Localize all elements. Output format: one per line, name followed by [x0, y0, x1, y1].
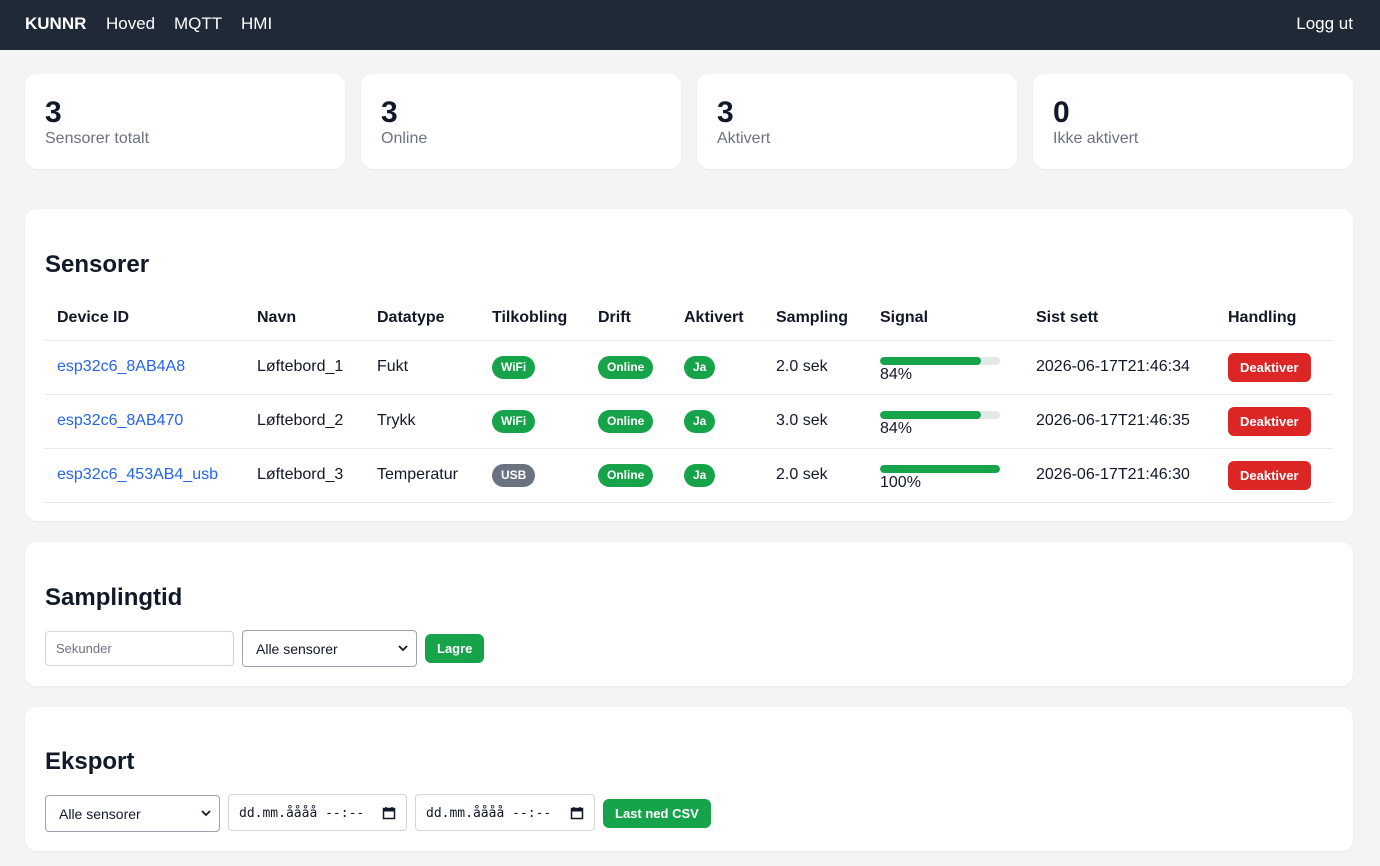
to-date-input[interactable]: dd.mm.åååå --:-- [415, 794, 595, 831]
last-seen: 2026-06-17T21:46:30 [1024, 448, 1216, 503]
signal-bar-fill [880, 464, 1000, 473]
last-seen: 2026-06-17T21:46:35 [1024, 394, 1216, 449]
column-header: Sist sett [1024, 296, 1216, 341]
date-placeholder: dd.mm.åååå --:-- [426, 806, 552, 821]
table-row: esp32c6_8AB470 Løftebord_2 Trykk WiFi On… [45, 394, 1333, 449]
export-panel: Eksport Alle sensorer dd.mm.åååå --:-- d… [25, 707, 1353, 851]
device-id-link[interactable]: esp32c6_453AB4_usb [57, 466, 218, 483]
sensor-datatype: Temperatur [365, 448, 480, 503]
select-value: Alle sensorer [59, 806, 141, 822]
from-date-input[interactable]: dd.mm.åååå --:-- [228, 794, 407, 831]
top-navbar: KUNNR Hoved MQTT HMI Logg ut [0, 0, 1380, 50]
enabled-badge: Ja [684, 463, 716, 487]
stat-label: Sensorer totalt [45, 130, 150, 147]
seconds-input[interactable] [45, 631, 234, 666]
sensor-name: Løftebord_1 [245, 340, 365, 395]
sampling-value: 3.0 sek [764, 394, 868, 449]
calendar-icon[interactable] [382, 806, 396, 820]
deactivate-button[interactable]: Deaktiver [1228, 352, 1311, 382]
stat-card-enabled: 3 Aktivert [697, 74, 1017, 169]
signal-bar-fill [880, 356, 981, 365]
nav-link-hoved[interactable]: Hoved [106, 14, 155, 34]
deactivate-button[interactable]: Deaktiver [1228, 460, 1311, 490]
sensor-name: Løftebord_2 [245, 394, 365, 449]
chevron-down-icon [201, 810, 211, 817]
brand-logo[interactable]: KUNNR [25, 14, 86, 34]
signal-label: 84% [880, 419, 913, 437]
status-badge: Online [598, 463, 654, 487]
stat-value: 0 [1053, 96, 1070, 129]
enabled-badge: Ja [684, 355, 716, 379]
status-badge: Online [598, 409, 654, 433]
stat-card-disabled: 0 Ikke aktivert [1033, 74, 1353, 169]
chevron-down-icon [398, 645, 408, 652]
status-badge: Online [598, 355, 654, 379]
export-sensor-select[interactable]: Alle sensorer [45, 795, 220, 832]
last-seen: 2026-06-17T21:46:34 [1024, 340, 1216, 395]
date-placeholder: dd.mm.åååå --:-- [239, 806, 365, 821]
signal-label: 100% [880, 473, 921, 491]
stat-value: 3 [381, 96, 398, 129]
column-header: Tilkobling [480, 296, 586, 341]
enabled-badge: Ja [684, 409, 716, 433]
stat-label: Ikke aktivert [1053, 130, 1139, 147]
sampling-title: Samplingtid [45, 584, 183, 611]
column-header: Drift [586, 296, 672, 341]
column-header: Datatype [365, 296, 480, 341]
signal-bar [880, 356, 1000, 365]
connection-badge: WiFi [492, 355, 536, 379]
table-row: esp32c6_8AB4A8 Løftebord_1 Fukt WiFi Onl… [45, 340, 1333, 395]
sensors-title: Sensorer [45, 251, 150, 278]
signal-bar [880, 410, 1000, 419]
column-header: Device ID [45, 296, 245, 341]
sampling-value: 2.0 sek [764, 340, 868, 395]
export-title: Eksport [45, 748, 135, 775]
nav-link-mqtt[interactable]: MQTT [174, 14, 222, 34]
stat-label: Online [381, 130, 428, 147]
stat-card-total: 3 Sensorer totalt [25, 74, 345, 169]
column-header: Navn [245, 296, 365, 341]
stat-label: Aktivert [717, 130, 771, 147]
device-id-link[interactable]: esp32c6_8AB470 [57, 412, 183, 429]
sampling-value: 2.0 sek [764, 448, 868, 503]
deactivate-button[interactable]: Deaktiver [1228, 406, 1311, 436]
connection-badge: USB [492, 463, 536, 487]
table-header-row: Device ID Navn Datatype Tilkobling Drift… [45, 296, 1333, 341]
sampling-panel: Samplingtid Alle sensorer Lagre [25, 542, 1353, 686]
sensor-datatype: Trykk [365, 394, 480, 449]
sensors-panel: Sensorer Device ID Navn Datatype Tilkobl… [25, 209, 1353, 521]
stat-value: 3 [45, 96, 62, 129]
sensor-name: Løftebord_3 [245, 448, 365, 503]
column-header: Handling [1216, 296, 1333, 341]
save-button[interactable]: Lagre [425, 634, 485, 663]
column-header: Sampling [764, 296, 868, 341]
table-row: esp32c6_453AB4_usb Løftebord_3 Temperatu… [45, 448, 1333, 503]
stat-value: 3 [717, 96, 734, 129]
column-header: Signal [868, 296, 1024, 341]
download-csv-button[interactable]: Last ned CSV [603, 799, 711, 828]
column-header: Aktivert [672, 296, 764, 341]
select-value: Alle sensorer [256, 641, 338, 657]
sampling-sensor-select[interactable]: Alle sensorer [242, 630, 417, 667]
signal-bar-fill [880, 410, 981, 419]
device-id-link[interactable]: esp32c6_8AB4A8 [57, 358, 185, 375]
logout-link[interactable]: Logg ut [1296, 14, 1353, 34]
calendar-icon[interactable] [570, 806, 584, 820]
nav-link-hmi[interactable]: HMI [241, 14, 272, 34]
signal-label: 84% [880, 365, 913, 383]
sensor-datatype: Fukt [365, 340, 480, 395]
signal-bar [880, 464, 1000, 473]
stat-card-online: 3 Online [361, 74, 681, 169]
sensors-table: Device ID Navn Datatype Tilkobling Drift… [45, 296, 1333, 503]
connection-badge: WiFi [492, 409, 536, 433]
